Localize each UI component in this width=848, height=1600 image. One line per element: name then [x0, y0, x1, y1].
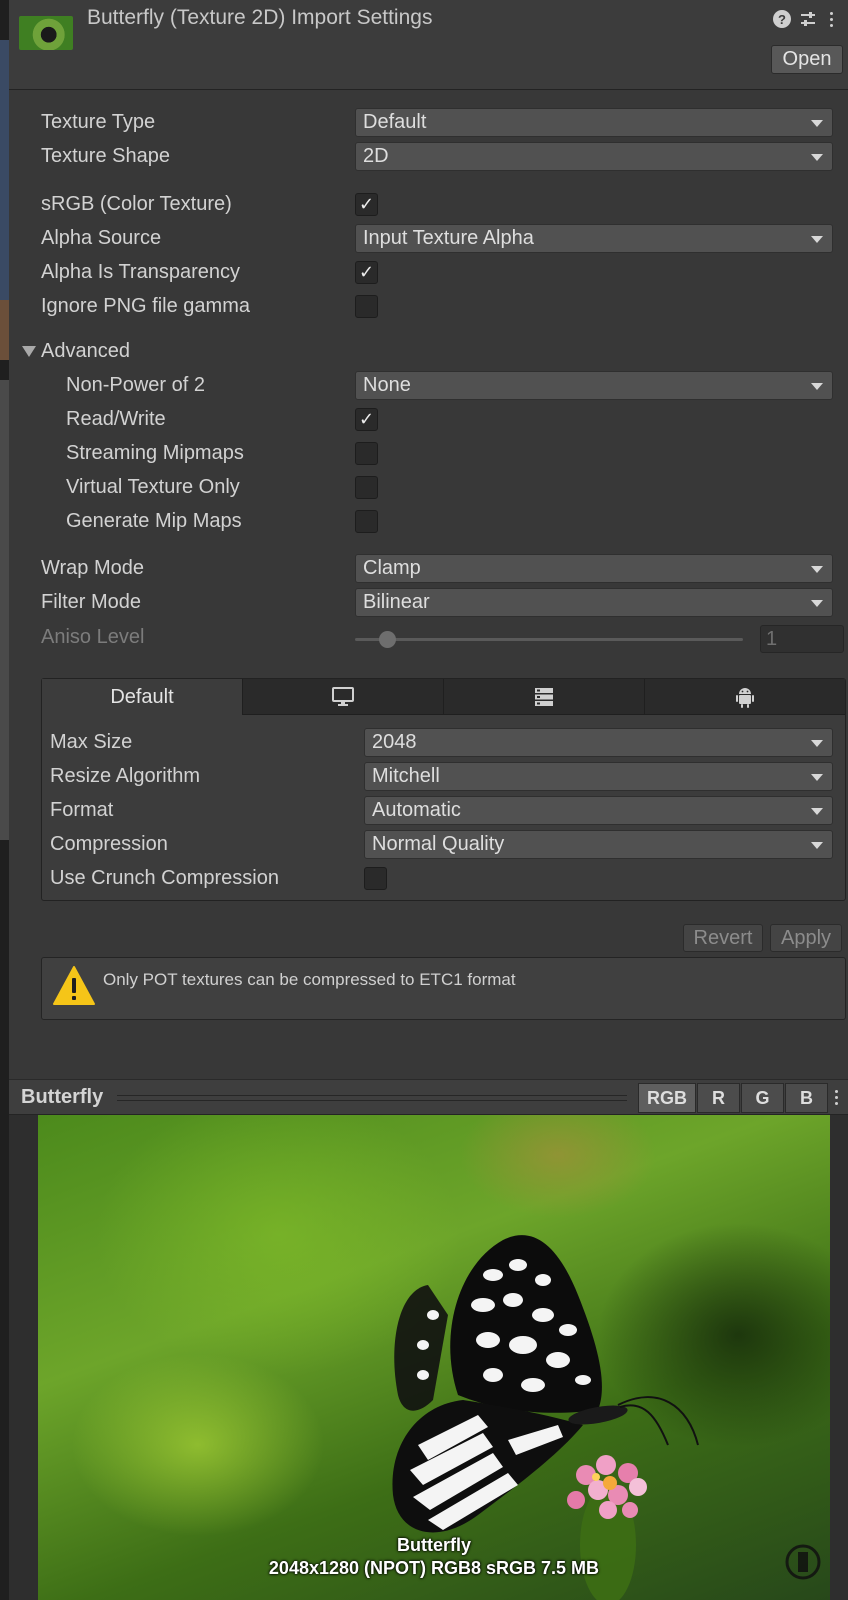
- preview-area: Butterfly 2048x1280 (NPOT) RGB8 sRGB 7.5…: [9, 1115, 848, 1600]
- preview-more-icon[interactable]: [835, 1090, 838, 1105]
- channel-b-button[interactable]: B: [785, 1083, 828, 1113]
- chevron-down-icon: [811, 774, 823, 781]
- streaming-mipmaps-checkbox[interactable]: [355, 442, 378, 465]
- chevron-down-icon: [811, 120, 823, 127]
- texture-shape-value: 2D: [363, 145, 389, 167]
- channel-r-button[interactable]: R: [697, 1083, 740, 1113]
- srgb-label: sRGB (Color Texture): [41, 192, 232, 215]
- warning-icon: [53, 966, 95, 1005]
- revert-button[interactable]: Revert: [683, 924, 763, 952]
- window-edge: [0, 0, 9, 1600]
- chevron-down-icon: [811, 600, 823, 607]
- format-value: Automatic: [372, 799, 461, 821]
- preview-title: Butterfly: [21, 1086, 104, 1108]
- generate-mip-maps-label: Generate Mip Maps: [66, 509, 242, 532]
- virtual-texture-only-checkbox[interactable]: [355, 476, 378, 499]
- alpha-source-dropdown[interactable]: Input Texture Alpha: [355, 224, 833, 253]
- platform-tabs: Default: [42, 679, 845, 715]
- monitor-icon: [332, 686, 354, 706]
- channel-rgb-button[interactable]: RGB: [638, 1083, 696, 1113]
- chevron-down-icon: [811, 154, 823, 161]
- presets-icon[interactable]: [799, 10, 817, 28]
- tab-server[interactable]: [444, 679, 645, 715]
- max-size-label: Max Size: [50, 730, 133, 753]
- filter-mode-dropdown[interactable]: Bilinear: [355, 588, 833, 617]
- server-icon: [535, 687, 553, 706]
- chevron-down-icon: [811, 842, 823, 849]
- android-icon: [736, 687, 754, 708]
- aniso-level-slider-track[interactable]: [355, 638, 743, 641]
- ignore-png-gamma-checkbox[interactable]: [355, 295, 378, 318]
- apply-button[interactable]: Apply: [770, 924, 842, 952]
- tab-standalone[interactable]: [243, 679, 444, 715]
- use-crunch-checkbox[interactable]: [364, 867, 387, 890]
- compression-value: Normal Quality: [372, 833, 505, 855]
- texture-shape-dropdown[interactable]: 2D: [355, 142, 833, 171]
- advanced-foldout[interactable]: Advanced: [41, 336, 130, 366]
- channel-g-button[interactable]: G: [741, 1083, 784, 1113]
- aniso-level-label: Aniso Level: [41, 625, 145, 648]
- resize-algorithm-dropdown[interactable]: Mitchell: [364, 762, 833, 791]
- ignore-png-gamma-label: Ignore PNG file gamma: [41, 294, 250, 317]
- chevron-down-icon: [811, 740, 823, 747]
- preview-caption-name: Butterfly: [396, 1535, 471, 1555]
- resize-algorithm-value: Mitchell: [372, 765, 440, 787]
- alpha-is-transparency-checkbox[interactable]: ✓: [355, 261, 378, 284]
- preview-header: Butterfly RGB R G B: [9, 1079, 848, 1115]
- wrap-mode-dropdown[interactable]: Clamp: [355, 554, 833, 583]
- non-power-of-2-label: Non-Power of 2: [66, 373, 205, 396]
- wrap-mode-label: Wrap Mode: [41, 556, 145, 579]
- open-button[interactable]: Open: [771, 45, 843, 74]
- virtual-texture-only-label: Virtual Texture Only: [66, 475, 240, 498]
- foldout-arrow-icon[interactable]: [22, 346, 36, 357]
- alpha-source-value: Input Texture Alpha: [363, 227, 534, 249]
- texture-preview-image: Butterfly 2048x1280 (NPOT) RGB8 sRGB 7.5…: [38, 1115, 830, 1600]
- max-size-dropdown[interactable]: 2048: [364, 728, 833, 757]
- compression-label: Compression: [50, 832, 168, 855]
- streaming-mipmaps-label: Streaming Mipmaps: [66, 441, 244, 464]
- warning-helpbox: Only POT textures can be compressed to E…: [41, 957, 846, 1020]
- texture-type-dropdown[interactable]: Default: [355, 108, 833, 137]
- filter-mode-label: Filter Mode: [41, 590, 142, 613]
- texture-type-value: Default: [363, 111, 427, 133]
- inspector-header: Butterfly (Texture 2D) Import Settings ?…: [9, 0, 848, 90]
- chevron-down-icon: [811, 808, 823, 815]
- texture-type-label: Texture Type: [41, 110, 156, 133]
- tab-android[interactable]: [645, 679, 845, 715]
- format-dropdown[interactable]: Automatic: [364, 796, 833, 825]
- chevron-down-icon: [811, 566, 823, 573]
- help-icon[interactable]: ?: [773, 10, 791, 28]
- wrap-mode-value: Clamp: [363, 557, 421, 579]
- chevron-down-icon: [811, 383, 823, 390]
- tab-default[interactable]: Default: [42, 679, 243, 715]
- aniso-level-field[interactable]: 1: [760, 625, 844, 653]
- chevron-down-icon: [811, 236, 823, 243]
- inspector-title: Butterfly (Texture 2D) Import Settings: [87, 6, 433, 29]
- alpha-source-label: Alpha Source: [41, 226, 162, 249]
- platform-settings-panel: Default Max Size 2048 Resize Algorithm M…: [41, 678, 846, 901]
- non-power-of-2-dropdown[interactable]: None: [355, 371, 833, 400]
- srgb-checkbox[interactable]: ✓: [355, 193, 378, 216]
- format-label: Format: [50, 798, 114, 821]
- more-options-icon[interactable]: [827, 10, 835, 28]
- aniso-level-slider-handle[interactable]: [379, 631, 396, 648]
- read-write-checkbox[interactable]: ✓: [355, 408, 378, 431]
- alpha-is-transparency-label: Alpha Is Transparency: [41, 260, 240, 283]
- texture-shape-label: Texture Shape: [41, 144, 170, 167]
- filter-mode-value: Bilinear: [363, 591, 430, 613]
- texture-thumbnail: [19, 16, 73, 50]
- preview-caption-info: 2048x1280 (NPOT) RGB8 sRGB 7.5 MB: [268, 1558, 600, 1578]
- warning-text: Only POT textures can be compressed to E…: [103, 970, 516, 989]
- non-power-of-2-value: None: [363, 374, 411, 396]
- generate-mip-maps-checkbox[interactable]: [355, 510, 378, 533]
- resize-algorithm-label: Resize Algorithm: [50, 764, 201, 787]
- max-size-value: 2048: [372, 731, 417, 753]
- use-crunch-label: Use Crunch Compression: [50, 866, 279, 889]
- read-write-label: Read/Write: [66, 407, 166, 430]
- compression-dropdown[interactable]: Normal Quality: [364, 830, 833, 859]
- preview-drag-handle[interactable]: [117, 1095, 627, 1101]
